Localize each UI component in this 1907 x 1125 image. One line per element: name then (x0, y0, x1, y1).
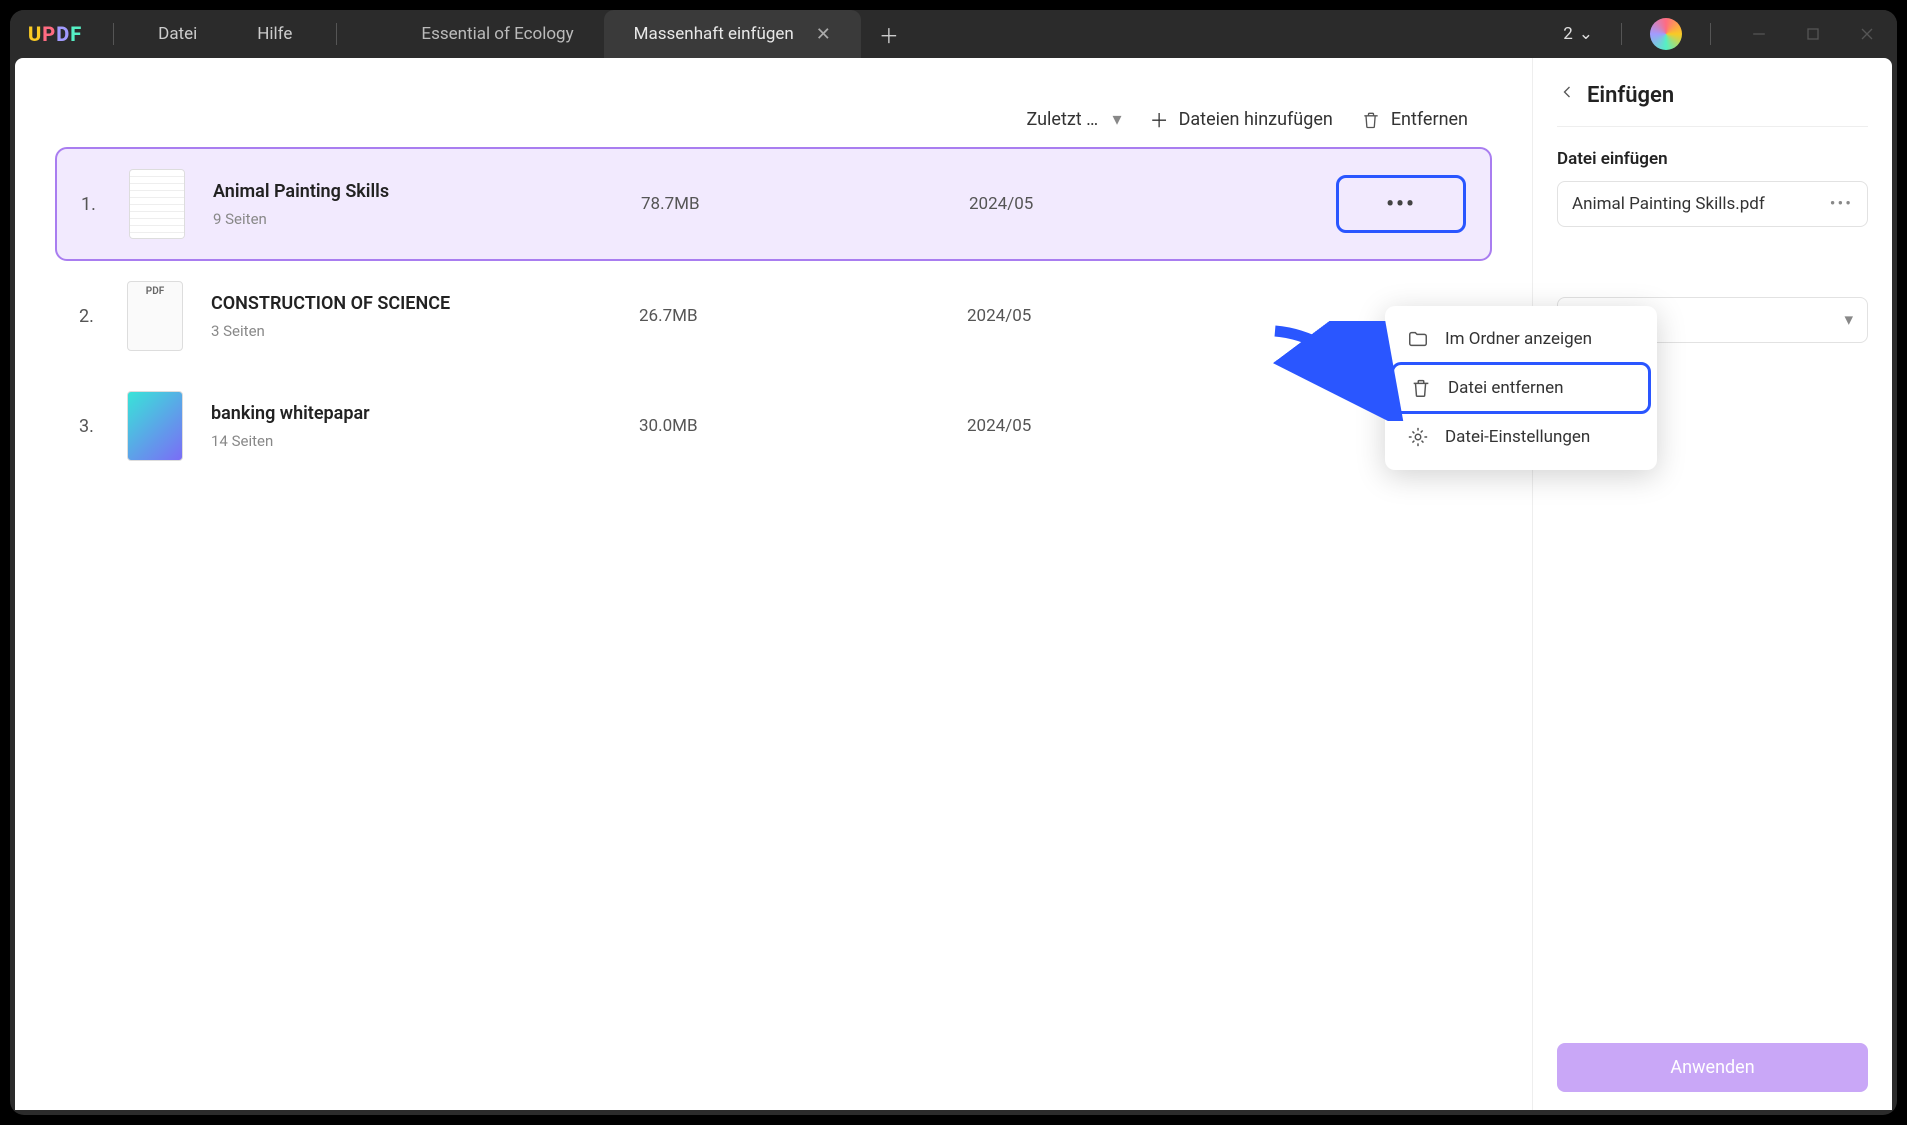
tab-label: Massenhaft einfügen (634, 24, 794, 44)
list-toolbar: Zuletzt g… ▾ ＋ Dateien hinzufügen Entfer… (55, 92, 1492, 147)
menu-help[interactable]: Hilfe (227, 24, 322, 44)
row-number: 3. (79, 416, 99, 437)
minimize-button[interactable] (1739, 14, 1779, 54)
file-date: 2024/05 (967, 416, 1267, 436)
tab-essential-ecology[interactable]: Essential of Ecology (391, 10, 603, 58)
ctx-show-in-folder[interactable]: Im Ordner anzeigen (1391, 316, 1651, 362)
file-date: 2024/05 (969, 194, 1269, 214)
add-tab-button[interactable]: ＋ (861, 20, 917, 49)
file-row[interactable]: 3. banking whitepapar 14 Seiten 30.0MB 2024/… (55, 371, 1492, 481)
folder-icon (1407, 328, 1429, 350)
title-bar: UPDF Datei Hilfe Essential of Ecology Ma… (10, 10, 1897, 58)
insert-file-label: Datei einfügen (1557, 149, 1868, 169)
file-size: 26.7MB (639, 306, 939, 326)
file-thumbnail (127, 391, 183, 461)
tab-count-dropdown[interactable]: 2 ⌄ (1563, 24, 1593, 44)
close-window-button[interactable] (1847, 14, 1887, 54)
divider (113, 23, 114, 45)
file-info: Animal Painting Skills 9 Seiten (213, 181, 613, 228)
trash-icon (1361, 110, 1381, 130)
close-tab-icon[interactable]: ✕ (816, 24, 831, 45)
app-window: UPDF Datei Hilfe Essential of Ecology Ma… (10, 10, 1897, 1115)
row-number: 2. (79, 306, 99, 327)
main-panel: Zuletzt g… ▾ ＋ Dateien hinzufügen Entfer… (15, 58, 1532, 1110)
more-icon[interactable]: ••• (1830, 194, 1853, 214)
trash-icon (1410, 377, 1432, 399)
sidepanel-header: Einfügen (1557, 82, 1868, 127)
file-title: Animal Painting Skills (213, 181, 613, 202)
row-more-button[interactable]: ••• (1336, 175, 1466, 233)
file-title: banking whitepapar (211, 403, 611, 424)
sort-label: Zuletzt g… (1027, 109, 1107, 130)
file-list: 1. Animal Painting Skills 9 Seiten 78.7MB 20… (55, 147, 1492, 481)
file-pages: 9 Seiten (213, 210, 613, 228)
title-right: 2 ⌄ (1563, 14, 1897, 54)
maximize-button[interactable] (1793, 14, 1833, 54)
file-size: 30.0MB (639, 416, 939, 436)
sort-dropdown[interactable]: Zuletzt g… ▾ (1027, 109, 1122, 130)
chevron-down-icon: ⌄ (1579, 24, 1593, 44)
row-number: 1. (81, 194, 101, 215)
selected-file-box[interactable]: Animal Painting Skills.pdf ••• (1557, 181, 1868, 227)
divider (336, 23, 337, 45)
app-logo: UPDF (28, 22, 81, 46)
file-pages: 3 Seiten (211, 322, 611, 340)
tab-label: Essential of Ecology (421, 24, 573, 44)
file-thumbnail: PDF (127, 281, 183, 351)
apply-button[interactable]: Anwenden (1557, 1043, 1868, 1092)
add-files-button[interactable]: ＋ Dateien hinzufügen (1150, 106, 1333, 133)
file-thumbnail (129, 169, 185, 239)
file-size: 78.7MB (641, 194, 941, 214)
selected-file-name: Animal Painting Skills.pdf (1572, 194, 1765, 214)
sidepanel-title: Einfügen (1587, 83, 1674, 108)
chevron-down-icon: ▾ (1113, 109, 1122, 130)
plus-icon: ＋ (1150, 106, 1169, 133)
content-area: Zuletzt g… ▾ ＋ Dateien hinzufügen Entfer… (15, 58, 1892, 1110)
tab-batch-insert[interactable]: Massenhaft einfügen ✕ (604, 10, 861, 58)
avatar[interactable] (1650, 18, 1682, 50)
file-row[interactable]: 2. PDF CONSTRUCTION OF SCIENCE 3 Seiten 26.7… (55, 261, 1492, 371)
file-info: CONSTRUCTION OF SCIENCE 3 Seiten (211, 293, 611, 340)
context-menu: Im Ordner anzeigen Datei entfernen Datei… (1385, 306, 1657, 470)
gear-icon (1407, 426, 1429, 448)
ctx-remove-file[interactable]: Datei entfernen (1391, 362, 1651, 414)
tab-bar: Essential of Ecology Massenhaft einfügen… (391, 10, 916, 58)
file-info: banking whitepapar 14 Seiten (211, 403, 611, 450)
ctx-file-settings[interactable]: Datei-Einstellungen (1391, 414, 1651, 460)
remove-button[interactable]: Entfernen (1361, 109, 1468, 130)
back-icon[interactable] (1557, 82, 1577, 108)
divider (1710, 23, 1711, 45)
file-title: CONSTRUCTION OF SCIENCE (211, 293, 611, 314)
file-pages: 14 Seiten (211, 432, 611, 450)
file-row[interactable]: 1. Animal Painting Skills 9 Seiten 78.7MB 20… (55, 147, 1492, 261)
menu-file[interactable]: Datei (128, 24, 227, 44)
divider (1621, 23, 1622, 45)
chevron-down-icon: ▾ (1844, 310, 1853, 330)
side-panel: Einfügen Datei einfügen Animal Painting … (1532, 58, 1892, 1110)
file-date: 2024/05 (967, 306, 1267, 326)
